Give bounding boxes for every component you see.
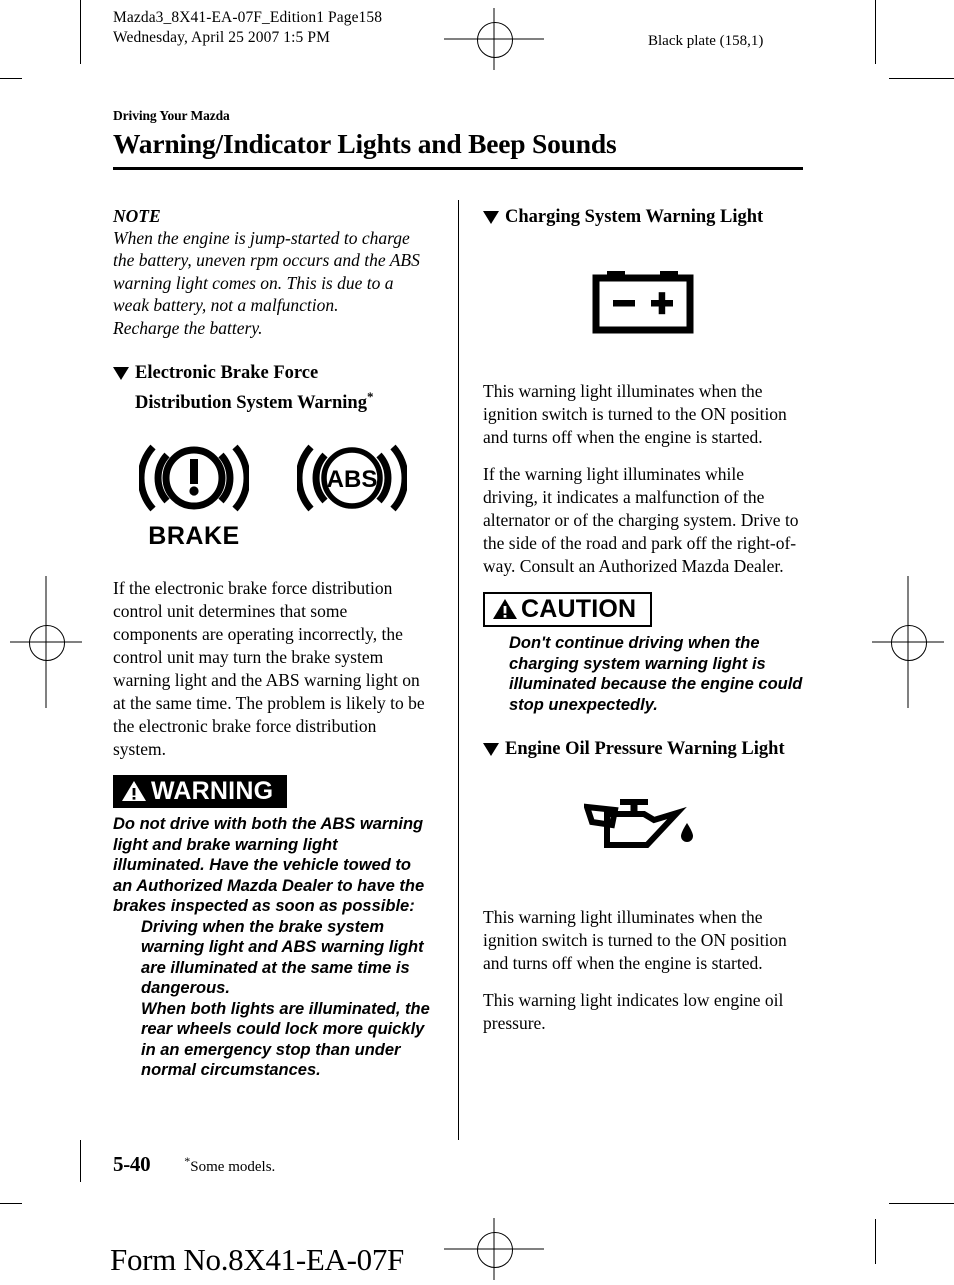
crop-mark-top-right-horizontal	[889, 78, 954, 79]
page-title: Warning/Indicator Lights and Beep Sounds	[113, 128, 617, 159]
footnote-text: Some models.	[190, 1159, 276, 1175]
warning-bullet-2: When both lights are illuminated, the re…	[141, 999, 430, 1080]
battery-warning-icon	[592, 271, 694, 334]
content-columns: NOTE When the engine is jump-started to …	[113, 200, 803, 1140]
page-footer: 5-40 *Some models.	[113, 1152, 813, 1177]
charging-body-text-1: This warning light illuminates when the …	[483, 381, 787, 447]
registration-mark-bottom	[444, 1218, 544, 1280]
document-header: Mazda3_8X41-EA-07F_Edition1 Page158 Wedn…	[113, 8, 382, 48]
caution-body-text: Don't continue driving when the charging…	[509, 634, 803, 714]
crop-mark-bottom-right-vertical	[875, 1219, 876, 1264]
section-heading-charging-label: Charging System Warning Light	[505, 207, 764, 227]
charging-body-text-2: If the warning light illuminates while d…	[483, 464, 799, 576]
form-number: Form No.8X41-EA-07F	[110, 1242, 404, 1277]
battery-icon-wrapper	[483, 263, 803, 340]
warning-bullet-1: Driving when the brake system warning li…	[141, 917, 424, 998]
crop-mark-bottom-right-horizontal	[889, 1203, 954, 1204]
ebd-body-text: If the electronic brake force distributi…	[113, 578, 425, 760]
triangle-bullet-icon	[483, 743, 499, 756]
warning-body-text: Do not drive with both the ABS warning l…	[113, 815, 425, 916]
section-heading-oil-label: Engine Oil Pressure Warning Light	[505, 739, 785, 759]
caution-banner-label: CAUTION	[521, 595, 637, 623]
registration-mark-left	[10, 576, 82, 708]
black-plate-label: Black plate (158,1)	[648, 33, 764, 49]
oil-body-text-1: This warning light illuminates when the …	[483, 907, 787, 973]
brake-warning-icon	[137, 444, 251, 512]
abs-warning-icon: ABS	[295, 444, 409, 512]
abs-warning-icon-group: ABS	[295, 441, 409, 520]
oil-icon-wrapper	[483, 795, 803, 866]
crop-mark-top-left-horizontal	[0, 78, 22, 79]
crop-mark-top-right-vertical	[875, 0, 876, 64]
section-heading-footnote-star: *	[366, 389, 374, 405]
registration-mark-top	[444, 8, 544, 70]
header-date-line: Wednesday, April 25 2007 1:5 PM	[113, 29, 330, 46]
section-heading-line1: Electronic Brake Force	[135, 363, 319, 384]
section-heading-oil: Engine Oil Pressure Warning Light	[483, 737, 803, 761]
column-divider	[458, 200, 459, 1140]
crop-mark-bottom-left-vertical	[80, 1140, 81, 1182]
note-heading: NOTE	[113, 206, 161, 226]
section-heading-line2: Distribution System Warning	[135, 393, 367, 414]
section-heading-ebd: Electronic Brake Force Distribution Syst…	[113, 361, 433, 415]
warning-banner: WARNING	[113, 775, 288, 809]
footnote: *Some models.	[184, 1154, 275, 1176]
oil-body-text-2: This warning light indicates low engine …	[483, 990, 784, 1033]
warning-triangle-icon	[122, 781, 146, 802]
brake-icon-label: BRAKE	[148, 522, 240, 551]
crop-mark-top-left-vertical	[80, 0, 81, 64]
note-body: When the engine is jump-started to charg…	[113, 228, 420, 316]
ebd-icon-row: BRAKE ABS	[113, 441, 433, 551]
caution-banner: CAUTION	[483, 592, 653, 627]
title-rule	[113, 167, 803, 170]
page-number: 5-40	[113, 1152, 151, 1176]
warning-banner-label: WARNING	[151, 777, 274, 806]
chapter-label: Driving Your Mazda	[113, 108, 230, 123]
brake-warning-icon-group: BRAKE	[137, 441, 251, 551]
header-file-line: Mazda3_8X41-EA-07F_Edition1 Page158	[113, 9, 383, 26]
section-heading-charging: Charging System Warning Light	[483, 205, 803, 229]
right-column: Charging System Warning Light This warni…	[483, 205, 803, 1035]
crop-mark-bottom-left-horizontal	[0, 1203, 22, 1204]
page-title-block: Driving Your Mazda Warning/Indicator Lig…	[113, 108, 803, 170]
triangle-bullet-icon	[483, 211, 499, 224]
triangle-bullet-icon	[113, 367, 129, 381]
caution-triangle-icon	[493, 599, 517, 619]
note-body-second: Recharge the battery.	[113, 317, 263, 338]
oil-pressure-warning-icon	[582, 799, 693, 848]
registration-mark-right	[872, 576, 944, 708]
svg-text:ABS: ABS	[327, 466, 378, 493]
left-column: NOTE When the engine is jump-started to …	[113, 205, 433, 1081]
